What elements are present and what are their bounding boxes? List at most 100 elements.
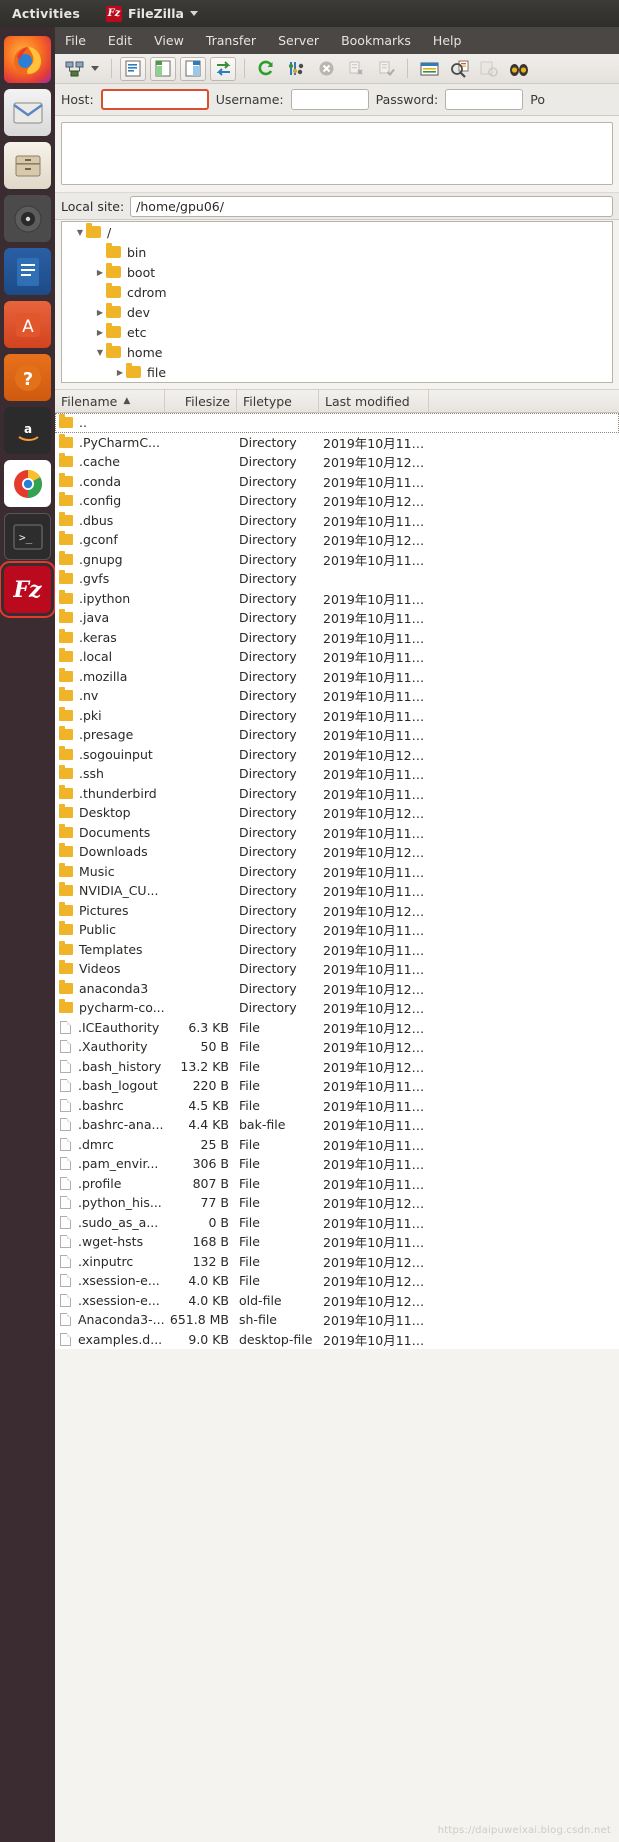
table-row[interactable]: .Xauthority 50 B File 2019年10月12…	[55, 1037, 619, 1057]
toggle-transfer-queue-icon[interactable]	[210, 56, 236, 81]
tree-node-home[interactable]: home	[62, 342, 612, 362]
table-row[interactable]: .dbus Directory 2019年10月11…	[55, 511, 619, 531]
table-row[interactable]: .bash_logout 220 B File 2019年10月11…	[55, 1076, 619, 1096]
launcher-item-filezilla[interactable]: Fz	[0, 561, 56, 618]
table-row[interactable]: .bashrc 4.5 KB File 2019年10月11…	[55, 1096, 619, 1116]
table-row[interactable]: .sudo_as_a... 0 B File 2019年10月11…	[55, 1213, 619, 1233]
table-row[interactable]: Templates Directory 2019年10月11…	[55, 940, 619, 960]
table-row[interactable]: .cache Directory 2019年10月12…	[55, 452, 619, 472]
table-row[interactable]: .bash_history 13.2 KB File 2019年10月12…	[55, 1057, 619, 1077]
table-row[interactable]: ..	[55, 413, 619, 433]
table-row[interactable]: .local Directory 2019年10月11…	[55, 647, 619, 667]
launcher-item-chrome[interactable]	[4, 460, 51, 507]
username-input[interactable]	[290, 89, 369, 110]
host-input[interactable]	[100, 89, 209, 110]
activities-button[interactable]: Activities	[12, 6, 80, 21]
table-row[interactable]: .gnupg Directory 2019年10月11…	[55, 550, 619, 570]
table-row[interactable]: Public Directory 2019年10月11…	[55, 920, 619, 940]
tree-node-etc[interactable]: etc	[62, 322, 612, 342]
compare-directories-icon[interactable]	[446, 57, 472, 81]
table-row[interactable]: Pictures Directory 2019年10月12…	[55, 901, 619, 921]
menu-item-edit[interactable]: Edit	[108, 33, 132, 48]
table-row[interactable]: .ssh Directory 2019年10月11…	[55, 764, 619, 784]
chevron-right-icon[interactable]	[94, 308, 106, 317]
filter-icon[interactable]	[416, 57, 442, 81]
table-row[interactable]: Documents Directory 2019年10月11…	[55, 823, 619, 843]
menu-item-bookmarks[interactable]: Bookmarks	[341, 33, 411, 48]
local-directory-tree[interactable]: / bin boot cdrom dev etc	[61, 221, 613, 383]
table-row[interactable]: .pam_envir... 306 B File 2019年10月11…	[55, 1154, 619, 1174]
chevron-down-icon[interactable]	[74, 228, 86, 237]
table-row[interactable]: .python_his... 77 B File 2019年10月12…	[55, 1193, 619, 1213]
tree-node-root[interactable]: /	[62, 222, 612, 242]
tree-node-bin[interactable]: bin	[62, 242, 612, 262]
find-files-icon[interactable]	[506, 57, 532, 81]
table-row[interactable]: Videos Directory 2019年10月11…	[55, 959, 619, 979]
local-site-path-input[interactable]: /home/gpu06/	[130, 195, 613, 217]
password-input[interactable]	[445, 89, 524, 110]
table-row[interactable]: .gvfs Directory	[55, 569, 619, 589]
table-row[interactable]: .keras Directory 2019年10月11…	[55, 628, 619, 648]
menu-item-file[interactable]: File	[65, 33, 86, 48]
table-row[interactable]: .pki Directory 2019年10月11…	[55, 706, 619, 726]
process-queue-icon[interactable]	[283, 57, 309, 81]
toggle-local-tree-icon[interactable]	[150, 56, 176, 81]
chevron-right-icon[interactable]	[114, 368, 126, 377]
site-manager-dropdown-icon[interactable]	[91, 66, 99, 71]
column-header-filetype[interactable]: Filetype	[237, 389, 319, 413]
column-header-filesize[interactable]: Filesize	[165, 389, 237, 413]
table-row[interactable]: .xinputrc 132 B File 2019年10月12…	[55, 1252, 619, 1272]
table-row[interactable]: .ipython Directory 2019年10月11…	[55, 589, 619, 609]
table-row[interactable]: pycharm-co... Directory 2019年10月12…	[55, 998, 619, 1018]
tree-node-boot[interactable]: boot	[62, 262, 612, 282]
table-row[interactable]: Downloads Directory 2019年10月12…	[55, 842, 619, 862]
tree-node-selected-partial[interactable]	[62, 382, 612, 383]
table-row[interactable]: Music Directory 2019年10月11…	[55, 862, 619, 882]
refresh-icon[interactable]	[253, 57, 279, 81]
table-row[interactable]: .conda Directory 2019年10月11…	[55, 472, 619, 492]
tree-node-dev[interactable]: dev	[62, 302, 612, 322]
table-row[interactable]: anaconda3 Directory 2019年10月12…	[55, 979, 619, 999]
table-row[interactable]: .thunderbird Directory 2019年10月11…	[55, 784, 619, 804]
launcher-item-thunderbird[interactable]	[4, 89, 51, 136]
tree-node-cdrom[interactable]: cdrom	[62, 282, 612, 302]
launcher-item-files[interactable]	[4, 142, 51, 189]
table-row[interactable]: .mozilla Directory 2019年10月11…	[55, 667, 619, 687]
table-row[interactable]: .wget-hsts 168 B File 2019年10月11…	[55, 1232, 619, 1252]
launcher-item-amazon[interactable]: a	[4, 407, 51, 454]
menu-item-view[interactable]: View	[154, 33, 184, 48]
table-row[interactable]: Anaconda3-... 651.8 MB sh-file 2019年10月11…	[55, 1310, 619, 1330]
tree-node-file[interactable]: file	[62, 362, 612, 382]
table-row[interactable]: .bashrc-ana... 4.4 KB bak-file 2019年10月11…	[55, 1115, 619, 1135]
launcher-item-ubuntu-software[interactable]: A	[4, 301, 51, 348]
file-list-body[interactable]: .. .PyCharmC... Directory 2019年10月11… .cache…	[55, 413, 619, 1349]
launcher-item-rhythmbox[interactable]	[4, 195, 51, 242]
table-row[interactable]: .gconf Directory 2019年10月12…	[55, 530, 619, 550]
menu-item-server[interactable]: Server	[278, 33, 319, 48]
launcher-item-help[interactable]: ?	[4, 354, 51, 401]
table-row[interactable]: .sogouinput Directory 2019年10月12…	[55, 745, 619, 765]
chevron-right-icon[interactable]	[94, 268, 106, 277]
launcher-item-libreoffice-writer[interactable]	[4, 248, 51, 295]
menu-item-help[interactable]: Help	[433, 33, 462, 48]
column-header-filename[interactable]: Filename ▲	[55, 389, 165, 413]
table-row[interactable]: Desktop Directory 2019年10月12…	[55, 803, 619, 823]
column-header-last-modified[interactable]: Last modified	[319, 389, 429, 413]
launcher-item-terminal[interactable]: >_	[4, 513, 51, 560]
chevron-down-icon[interactable]	[94, 348, 106, 357]
table-row[interactable]: NVIDIA_CU... Directory 2019年10月11…	[55, 881, 619, 901]
table-row[interactable]: examples.d... 9.0 KB desktop-file 2019年10月1…	[55, 1330, 619, 1350]
chevron-down-icon[interactable]	[189, 11, 198, 16]
table-row[interactable]: .ICEauthority 6.3 KB File 2019年10月12…	[55, 1018, 619, 1038]
table-row[interactable]: .PyCharmC... Directory 2019年10月11…	[55, 433, 619, 453]
chevron-right-icon[interactable]	[94, 328, 106, 337]
table-row[interactable]: .profile 807 B File 2019年10月11…	[55, 1174, 619, 1194]
table-row[interactable]: .config Directory 2019年10月12…	[55, 491, 619, 511]
cancel-icon[interactable]	[313, 57, 339, 81]
table-row[interactable]: .java Directory 2019年10月11…	[55, 608, 619, 628]
menu-item-transfer[interactable]: Transfer	[206, 33, 256, 48]
table-row[interactable]: .xsession-e... 4.0 KB File 2019年10月12…	[55, 1271, 619, 1291]
table-row[interactable]: .nv Directory 2019年10月11…	[55, 686, 619, 706]
site-manager-icon[interactable]	[61, 57, 87, 81]
table-row[interactable]: .xsession-e... 4.0 KB old-file 2019年10月12…	[55, 1291, 619, 1311]
